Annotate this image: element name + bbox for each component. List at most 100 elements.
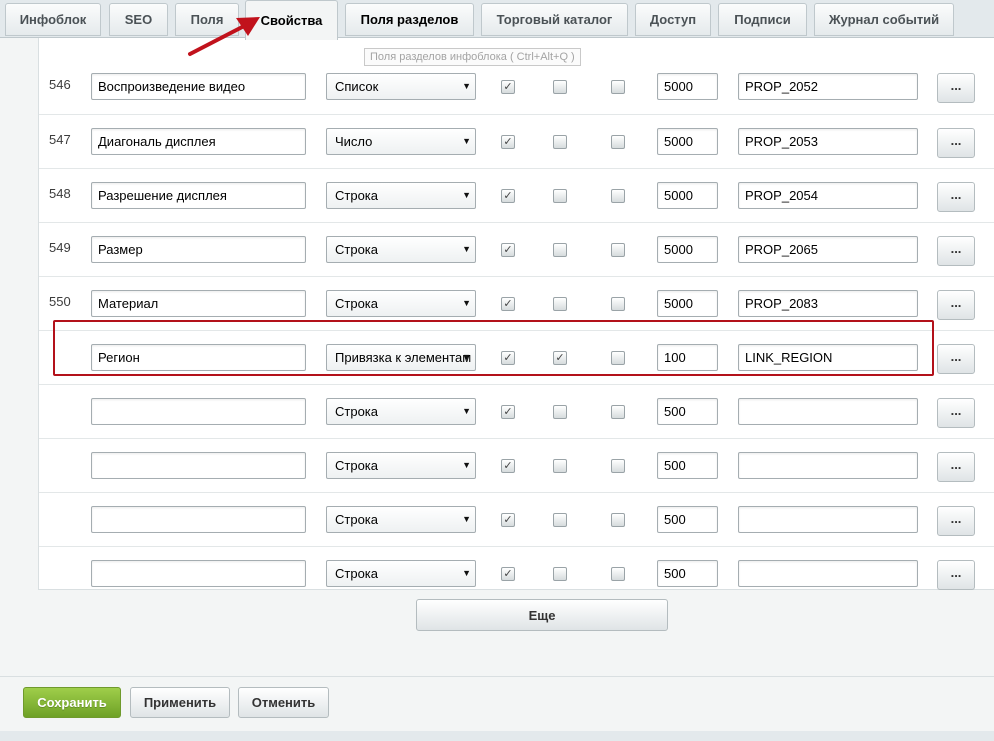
property-code-input[interactable]: PROP_2065 — [738, 236, 918, 263]
check-icon: ✓ — [503, 351, 513, 364]
property-sort-input[interactable]: 500 — [657, 398, 718, 425]
property-checkbox-2[interactable] — [553, 459, 567, 473]
property-checkbox-1[interactable]: ✓ — [501, 297, 515, 311]
property-checkbox-1[interactable]: ✓ — [501, 243, 515, 257]
property-type-select[interactable]: Строка ▼ — [326, 182, 476, 209]
table-row: Регион Привязка к элементам ▼ ✓ ✓ 100 LINK_REG… — [39, 330, 994, 384]
property-checkbox-1[interactable]: ✓ — [501, 459, 515, 473]
property-checkbox-1[interactable]: ✓ — [501, 405, 515, 419]
property-name-input[interactable] — [91, 506, 306, 533]
chevron-down-icon: ▼ — [462, 298, 471, 308]
property-code-input[interactable] — [738, 398, 918, 425]
property-checkbox-3[interactable] — [611, 459, 625, 473]
property-sort-input[interactable]: 5000 — [657, 128, 718, 155]
property-name-input[interactable]: Воспроизведение видео — [91, 73, 306, 100]
property-name-input[interactable] — [91, 560, 306, 587]
property-sort-input[interactable]: 500 — [657, 506, 718, 533]
property-checkbox-1[interactable]: ✓ — [501, 513, 515, 527]
property-name-input[interactable] — [91, 452, 306, 479]
cancel-button[interactable]: Отменить — [238, 687, 329, 718]
chevron-down-icon: ▼ — [462, 244, 471, 254]
check-icon: ✓ — [503, 297, 513, 310]
property-name-input[interactable] — [91, 398, 306, 425]
chevron-down-icon: ▼ — [462, 514, 471, 524]
property-checkbox-2[interactable] — [553, 567, 567, 581]
property-code-input[interactable] — [738, 452, 918, 479]
property-checkbox-2[interactable] — [553, 243, 567, 257]
tab-access[interactable]: Доступ — [635, 3, 711, 36]
property-checkbox-2[interactable] — [553, 135, 567, 149]
tab-infoblock[interactable]: Инфоблок — [5, 3, 101, 36]
property-checkbox-2[interactable] — [553, 297, 567, 311]
property-checkbox-3[interactable] — [611, 405, 625, 419]
property-type-value: Число — [335, 134, 373, 149]
property-settings-button[interactable]: ... — [937, 182, 975, 212]
property-checkbox-1[interactable]: ✓ — [501, 351, 515, 365]
property-settings-button[interactable]: ... — [937, 128, 975, 158]
property-sort-input[interactable]: 500 — [657, 452, 718, 479]
property-checkbox-1[interactable]: ✓ — [501, 189, 515, 203]
property-sort-input[interactable]: 5000 — [657, 182, 718, 209]
property-settings-button[interactable]: ... — [937, 560, 975, 590]
property-sort-input[interactable]: 5000 — [657, 290, 718, 317]
property-type-select[interactable]: Строка ▼ — [326, 290, 476, 317]
property-type-select[interactable]: Строка ▼ — [326, 506, 476, 533]
property-type-select[interactable]: Привязка к элементам ▼ — [326, 344, 476, 371]
property-checkbox-3[interactable] — [611, 189, 625, 203]
property-checkbox-3[interactable] — [611, 351, 625, 365]
more-button[interactable]: Еще — [416, 599, 668, 631]
property-code-input[interactable]: PROP_2052 — [738, 73, 918, 100]
property-checkbox-1[interactable]: ✓ — [501, 567, 515, 581]
property-checkbox-3[interactable] — [611, 567, 625, 581]
tab-captions[interactable]: Подписи — [718, 3, 807, 36]
property-type-select[interactable]: Строка ▼ — [326, 452, 476, 479]
property-checkbox-2[interactable] — [553, 513, 567, 527]
save-button[interactable]: Сохранить — [23, 687, 121, 718]
property-settings-button[interactable]: ... — [937, 452, 975, 482]
property-settings-button[interactable]: ... — [937, 236, 975, 266]
property-type-select[interactable]: Список ▼ — [326, 73, 476, 100]
property-code-input[interactable]: PROP_2054 — [738, 182, 918, 209]
property-checkbox-2[interactable]: ✓ — [553, 351, 567, 365]
property-checkbox-2[interactable] — [553, 80, 567, 94]
property-code-input[interactable] — [738, 560, 918, 587]
property-sort-input[interactable]: 5000 — [657, 236, 718, 263]
tab-section-fields[interactable]: Поля разделов — [345, 3, 474, 36]
property-sort-input[interactable]: 500 — [657, 560, 718, 587]
property-checkbox-3[interactable] — [611, 80, 625, 94]
property-settings-button[interactable]: ... — [937, 344, 975, 374]
property-type-select[interactable]: Строка ▼ — [326, 560, 476, 587]
property-settings-button[interactable]: ... — [937, 506, 975, 536]
property-type-select[interactable]: Число ▼ — [326, 128, 476, 155]
property-code-input[interactable]: PROP_2083 — [738, 290, 918, 317]
property-settings-button[interactable]: ... — [937, 73, 975, 103]
property-name-input[interactable]: Регион — [91, 344, 306, 371]
property-checkbox-3[interactable] — [611, 243, 625, 257]
property-code-input[interactable] — [738, 506, 918, 533]
property-name-input[interactable]: Размер — [91, 236, 306, 263]
property-name-input[interactable]: Материал — [91, 290, 306, 317]
property-checkbox-3[interactable] — [611, 297, 625, 311]
tab-trade-catalog[interactable]: Торговый каталог — [481, 3, 628, 36]
property-sort-input[interactable]: 100 — [657, 344, 718, 371]
property-checkbox-3[interactable] — [611, 135, 625, 149]
property-code-input[interactable]: LINK_REGION — [738, 344, 918, 371]
property-name-input[interactable]: Диагональ дисплея — [91, 128, 306, 155]
property-name-input[interactable]: Разрешение дисплея — [91, 182, 306, 209]
property-checkbox-2[interactable] — [553, 405, 567, 419]
property-checkbox-3[interactable] — [611, 513, 625, 527]
apply-button[interactable]: Применить — [130, 687, 230, 718]
property-type-select[interactable]: Строка ▼ — [326, 236, 476, 263]
tab-event-log[interactable]: Журнал событий — [814, 3, 954, 36]
property-type-select[interactable]: Строка ▼ — [326, 398, 476, 425]
check-icon: ✓ — [555, 351, 565, 364]
property-sort-input[interactable]: 5000 — [657, 73, 718, 100]
property-settings-button[interactable]: ... — [937, 290, 975, 320]
chevron-down-icon: ▼ — [462, 190, 471, 200]
property-settings-button[interactable]: ... — [937, 398, 975, 428]
property-checkbox-2[interactable] — [553, 189, 567, 203]
property-code-input[interactable]: PROP_2053 — [738, 128, 918, 155]
tab-seo[interactable]: SEO — [109, 3, 168, 36]
property-checkbox-1[interactable]: ✓ — [501, 80, 515, 94]
property-checkbox-1[interactable]: ✓ — [501, 135, 515, 149]
